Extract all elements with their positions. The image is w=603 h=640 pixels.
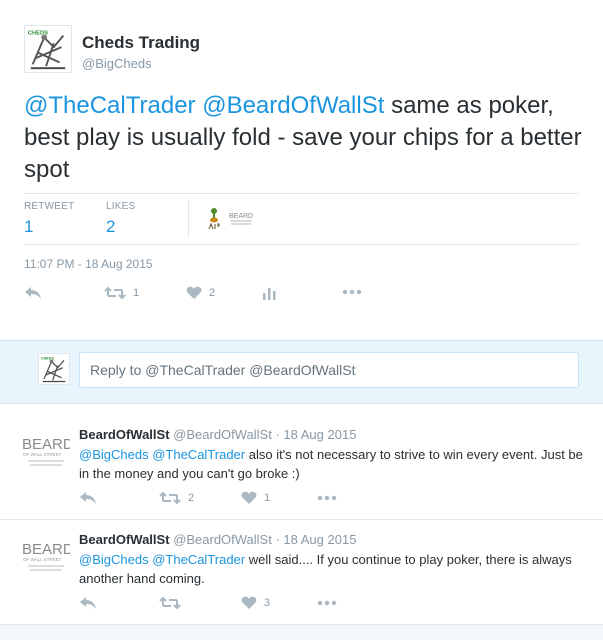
likes-stat-label: LIKES bbox=[106, 201, 136, 212]
heart-icon bbox=[186, 286, 202, 299]
more-button[interactable] bbox=[317, 495, 337, 501]
more-icon bbox=[317, 495, 337, 501]
like-button[interactable]: 1 bbox=[241, 491, 270, 505]
tweet-date[interactable]: · 18 Aug 2015 bbox=[275, 532, 356, 547]
tweet-text: @TheCalTrader @BeardOfWallSt same as pok… bbox=[24, 90, 584, 186]
likes-stat-count: 2 bbox=[106, 217, 116, 236]
like-count: 3 bbox=[264, 597, 271, 609]
reply-input[interactable]: Reply to @TheCalTrader @BeardOfWallSt bbox=[79, 352, 579, 388]
reply-button[interactable] bbox=[24, 286, 42, 300]
svg-text:BEARD: BEARD bbox=[22, 436, 70, 453]
retweet-count: 2 bbox=[188, 492, 195, 504]
more-icon bbox=[342, 289, 362, 295]
liker-avatar[interactable] bbox=[204, 206, 224, 232]
svg-text:BEARD: BEARD bbox=[22, 541, 70, 558]
screen-name[interactable]: @BeardOfWallSt bbox=[173, 532, 272, 547]
tweet-header: BeardOfWallSt @BeardOfWallSt · 18 Aug 20… bbox=[79, 427, 356, 442]
tweet-date[interactable]: · 18 Aug 2015 bbox=[275, 427, 356, 442]
svg-text:OF WALL STREET: OF WALL STREET bbox=[23, 557, 62, 562]
like-button[interactable]: 3 bbox=[241, 596, 270, 610]
divider bbox=[24, 193, 579, 194]
like-count: 2 bbox=[209, 287, 216, 299]
screen-name[interactable]: @BeardOfWallSt bbox=[173, 427, 272, 442]
retweet-icon bbox=[104, 286, 126, 300]
analytics-icon bbox=[263, 288, 276, 300]
tweet-header: BeardOfWallSt @BeardOfWallSt · 18 Aug 20… bbox=[79, 532, 356, 547]
reply-icon bbox=[80, 492, 96, 504]
display-name[interactable]: Cheds Trading bbox=[82, 33, 200, 53]
reply-icon bbox=[80, 597, 96, 609]
beard-logo-icon: BEARD bbox=[228, 208, 254, 230]
retweet-count: 1 bbox=[133, 287, 140, 299]
heart-icon bbox=[241, 596, 257, 609]
more-button[interactable] bbox=[317, 600, 337, 606]
retweet-stat-count: 1 bbox=[24, 217, 34, 236]
list-item[interactable]: BEARD OF WALL STREET BeardOfWallSt @Bear… bbox=[0, 520, 603, 625]
mention-link[interactable]: @TheCalTrader bbox=[24, 92, 196, 119]
retweet-stat-label: RETWEET bbox=[24, 201, 75, 212]
cheds-logo-icon: CHEDS bbox=[39, 354, 69, 384]
tweet-text: @BigCheds @TheCalTrader well said.... If… bbox=[79, 550, 589, 588]
tweet-text: @BigCheds @TheCalTrader also it's not ne… bbox=[79, 445, 589, 483]
like-button[interactable]: 2 bbox=[186, 286, 215, 300]
avatar[interactable]: BEARD OF WALL STREET bbox=[22, 433, 70, 469]
retweet-stat[interactable]: RETWEET 1 bbox=[24, 201, 74, 237]
reply-button[interactable] bbox=[79, 491, 97, 505]
mention-link[interactable]: @BigCheds bbox=[79, 552, 149, 567]
retweet-button[interactable]: 2 bbox=[159, 491, 194, 505]
main-tweet: CHEDS Cheds Trading @BigCheds @TheCalTra… bbox=[0, 0, 603, 340]
fps-logo-icon bbox=[204, 206, 224, 232]
avatar[interactable]: CHEDS bbox=[24, 25, 72, 73]
more-icon bbox=[317, 600, 337, 606]
timestamp[interactable]: 11:07 PM - 18 Aug 2015 bbox=[24, 257, 153, 271]
mention-link[interactable]: @TheCalTrader bbox=[152, 552, 245, 567]
mention-link[interactable]: @BeardOfWallSt bbox=[202, 92, 384, 119]
beard-logo-icon: BEARD OF WALL STREET bbox=[22, 538, 70, 574]
display-name[interactable]: BeardOfWallSt bbox=[79, 532, 170, 547]
mention-link[interactable]: @TheCalTrader bbox=[152, 447, 245, 462]
display-name[interactable]: BeardOfWallSt bbox=[79, 427, 170, 442]
beard-logo-icon: BEARD OF WALL STREET bbox=[22, 433, 70, 469]
svg-text:BEARD: BEARD bbox=[229, 213, 253, 220]
retweet-icon bbox=[159, 491, 181, 505]
avatar: CHEDS bbox=[38, 353, 70, 385]
likes-stat[interactable]: LIKES 2 bbox=[106, 201, 135, 237]
svg-text:OF WALL STREET: OF WALL STREET bbox=[23, 452, 62, 457]
analytics-button[interactable] bbox=[262, 286, 276, 300]
divider bbox=[24, 244, 579, 245]
avatar[interactable]: BEARD OF WALL STREET bbox=[22, 538, 70, 574]
cheds-logo-icon: CHEDS bbox=[25, 26, 71, 72]
reply-icon bbox=[25, 287, 41, 299]
reply-button[interactable] bbox=[79, 596, 97, 610]
screen-name[interactable]: @BigCheds bbox=[82, 56, 152, 71]
retweet-button[interactable]: 1 bbox=[104, 286, 139, 300]
like-count: 1 bbox=[264, 492, 271, 504]
divider bbox=[188, 200, 189, 238]
list-item[interactable]: BEARD OF WALL STREET BeardOfWallSt @Bear… bbox=[0, 415, 603, 520]
bottom-strip bbox=[0, 625, 603, 640]
mention-link[interactable]: @BigCheds bbox=[79, 447, 149, 462]
heart-icon bbox=[241, 491, 257, 504]
liker-avatar[interactable]: BEARD bbox=[228, 208, 254, 230]
more-button[interactable] bbox=[342, 289, 362, 295]
retweet-icon bbox=[159, 596, 181, 610]
retweet-button[interactable] bbox=[159, 596, 188, 610]
